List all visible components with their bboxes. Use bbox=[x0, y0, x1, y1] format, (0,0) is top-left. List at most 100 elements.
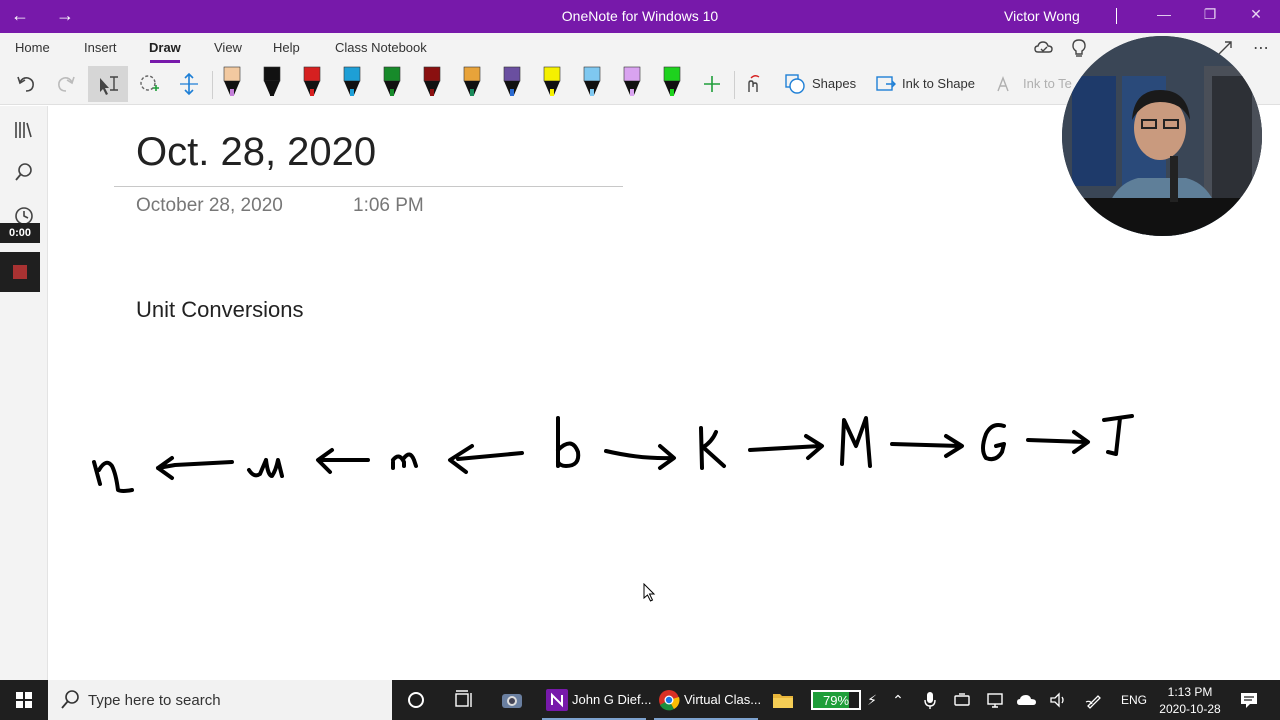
ink-to-shape-button[interactable]: Ink to Shape bbox=[902, 76, 975, 91]
windows-taskbar: Type here to search John G Dief... Virtu… bbox=[0, 680, 1280, 720]
chrome-icon bbox=[659, 690, 680, 711]
redo-icon[interactable] bbox=[54, 72, 78, 96]
taskbar-search-box[interactable]: Type here to search bbox=[48, 680, 392, 720]
title-underline bbox=[114, 186, 623, 187]
ink-letter-k bbox=[699, 426, 726, 470]
tab-help[interactable]: Help bbox=[273, 40, 300, 55]
notification-center-icon[interactable] bbox=[1238, 689, 1260, 711]
lasso-text-select-icon bbox=[100, 76, 118, 95]
chevron-up-icon[interactable]: ⌃ bbox=[888, 690, 908, 710]
add-pen-icon[interactable] bbox=[700, 72, 724, 96]
input-language[interactable]: ENG bbox=[1121, 693, 1147, 707]
tab-insert[interactable]: Insert bbox=[84, 40, 117, 55]
toolbar-divider bbox=[734, 71, 735, 99]
pen-1[interactable] bbox=[219, 65, 245, 99]
pen-9[interactable] bbox=[539, 65, 565, 99]
undo-icon[interactable] bbox=[14, 72, 38, 96]
device-icon[interactable] bbox=[952, 690, 972, 710]
title-bar: ← → OneNote for Windows 10 Victor Wong —… bbox=[0, 0, 1280, 33]
battery-percent: 79% bbox=[822, 693, 850, 708]
section-heading[interactable]: Unit Conversions bbox=[136, 297, 304, 323]
clock-date: 2020-10-28 bbox=[1159, 702, 1221, 716]
clock-time: 1:13 PM bbox=[1167, 685, 1213, 699]
ink-to-shape-icon[interactable] bbox=[874, 72, 898, 96]
pen-12[interactable] bbox=[659, 65, 685, 99]
taskbar-app-label: John G Dief... bbox=[572, 692, 652, 707]
pen-6[interactable] bbox=[419, 65, 445, 99]
add-space-icon[interactable] bbox=[177, 72, 201, 96]
notebooks-icon[interactable] bbox=[12, 118, 36, 142]
mouse-cursor-icon bbox=[643, 583, 656, 602]
pen-5[interactable] bbox=[379, 65, 405, 99]
minimize-icon[interactable]: — bbox=[1154, 6, 1174, 22]
ink-replay-icon[interactable] bbox=[741, 72, 765, 96]
sync-cloud-icon[interactable] bbox=[1034, 39, 1054, 57]
tab-draw[interactable]: Draw bbox=[149, 40, 181, 55]
page-date: October 28, 2020 bbox=[136, 195, 283, 216]
lightbulb-icon[interactable] bbox=[1071, 38, 1087, 58]
pen-2[interactable] bbox=[259, 65, 285, 99]
ink-to-text-icon[interactable] bbox=[994, 72, 1018, 96]
pen-8[interactable] bbox=[499, 65, 525, 99]
tab-class-notebook[interactable]: Class Notebook bbox=[335, 40, 427, 55]
ribbon-tabs: Home Insert Draw View Help Class Noteboo… bbox=[0, 33, 1280, 63]
pen-3[interactable] bbox=[299, 65, 325, 99]
record-stop-icon bbox=[13, 265, 27, 279]
app-title: OneNote for Windows 10 bbox=[561, 8, 719, 24]
pen-10[interactable] bbox=[579, 65, 605, 99]
taskbar-app-label: Virtual Clas... bbox=[684, 692, 762, 707]
search-icon bbox=[61, 690, 79, 709]
user-name[interactable]: Victor Wong bbox=[1004, 8, 1080, 24]
file-explorer-icon[interactable] bbox=[771, 688, 795, 712]
ink-arrow-left bbox=[316, 448, 370, 474]
ink-arrow-right bbox=[890, 434, 964, 458]
restore-icon[interactable]: ❐ bbox=[1200, 6, 1220, 23]
more-options-icon[interactable]: ⋯ bbox=[1253, 38, 1269, 58]
ink-letter-T bbox=[1102, 414, 1134, 456]
cortana-icon[interactable] bbox=[404, 688, 428, 712]
record-button[interactable] bbox=[0, 252, 40, 292]
tab-view[interactable]: View bbox=[214, 40, 242, 55]
onenote-icon bbox=[546, 689, 568, 711]
presenter-video-image bbox=[1062, 36, 1262, 236]
pen-workspace-icon[interactable] bbox=[1084, 690, 1104, 710]
ink-letter-G bbox=[981, 423, 1006, 462]
windows-start-icon[interactable] bbox=[0, 680, 48, 720]
pen-11[interactable] bbox=[619, 65, 645, 99]
ink-arrow-right bbox=[1026, 430, 1090, 454]
ink-arrow-left bbox=[448, 444, 524, 474]
page-time: 1:06 PM bbox=[353, 195, 424, 216]
type-select-tool[interactable] bbox=[88, 66, 128, 102]
toolbar-divider bbox=[212, 71, 213, 99]
battery-indicator[interactable]: 79% bbox=[811, 690, 861, 710]
close-icon[interactable]: ✕ bbox=[1246, 6, 1266, 23]
shapes-icon[interactable] bbox=[783, 72, 807, 96]
taskbar-clock[interactable]: 1:13 PM 2020-10-28 bbox=[1152, 684, 1228, 718]
recording-timer: 0:00 bbox=[0, 223, 40, 243]
tab-home[interactable]: Home bbox=[15, 40, 50, 55]
ink-letter-m bbox=[391, 452, 418, 470]
ink-to-text-button[interactable]: Ink to Te bbox=[1023, 76, 1072, 91]
taskbar-app-onenote[interactable]: John G Dief... bbox=[542, 680, 651, 720]
ink-letter-u bbox=[247, 458, 284, 478]
webcam-overlay bbox=[1062, 36, 1262, 236]
lasso-select-icon[interactable] bbox=[137, 72, 161, 96]
search-placeholder: Type here to search bbox=[88, 692, 221, 709]
pen-7[interactable] bbox=[459, 65, 485, 99]
camera-app-icon[interactable] bbox=[500, 688, 524, 712]
power-plug-icon[interactable]: ⚡ bbox=[862, 690, 882, 710]
search-icon[interactable] bbox=[12, 160, 36, 184]
task-view-icon[interactable] bbox=[452, 688, 476, 712]
page-title[interactable]: Oct. 28, 2020 bbox=[136, 130, 376, 175]
ink-arrow-right bbox=[748, 434, 824, 460]
pen-4[interactable] bbox=[339, 65, 365, 99]
volume-icon[interactable] bbox=[1048, 690, 1068, 710]
onedrive-icon[interactable] bbox=[1016, 690, 1036, 710]
shapes-button[interactable]: Shapes bbox=[812, 76, 856, 91]
ink-arrow-right bbox=[604, 444, 676, 470]
microphone-icon[interactable] bbox=[920, 690, 940, 710]
titlebar-divider bbox=[1116, 8, 1117, 24]
network-icon[interactable] bbox=[985, 690, 1005, 710]
ink-letter-b bbox=[556, 416, 581, 468]
taskbar-app-chrome[interactable]: Virtual Clas... bbox=[654, 680, 762, 720]
